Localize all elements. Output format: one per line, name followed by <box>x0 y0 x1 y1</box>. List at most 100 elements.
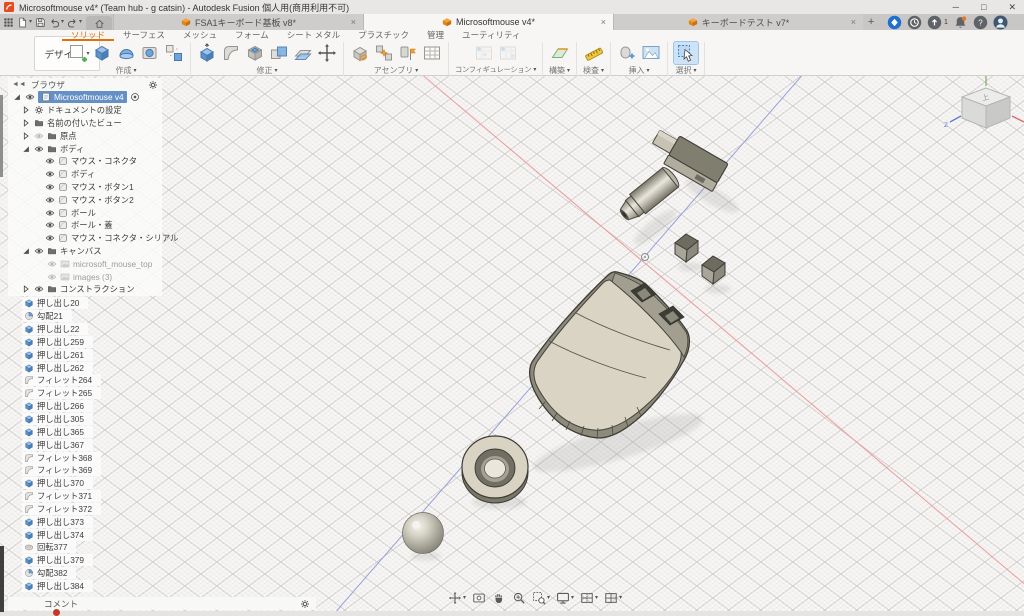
tool-fillet-button[interactable] <box>221 43 241 63</box>
feature-list-scrollbar[interactable] <box>0 546 4 612</box>
eye-icon[interactable] <box>25 92 35 102</box>
feature-extrude[interactable]: 押し出し367 <box>22 439 93 451</box>
tool-move-button[interactable] <box>317 43 337 63</box>
nav-viewports-button[interactable]: ▾ <box>604 591 622 605</box>
tool-create-sketch-button[interactable] <box>68 43 88 63</box>
ribbon-group-label[interactable]: 構築▾ <box>549 65 570 76</box>
tab-close-icon[interactable]: × <box>351 17 356 27</box>
browser-row-12[interactable]: マウス・コネクタ・シリアル <box>8 232 162 245</box>
browser-row-13[interactable]: キャンバス <box>8 245 162 258</box>
eye-icon[interactable] <box>45 208 55 218</box>
job-status-icon[interactable] <box>907 15 922 30</box>
feature-extrude[interactable]: 押し出し384 <box>22 580 93 592</box>
tool-offset-face-button[interactable] <box>293 43 313 63</box>
nav-fit-button[interactable]: ▾ <box>532 591 550 605</box>
ribbon-tab-ユーティリティ[interactable]: ユーティリティ <box>453 30 529 41</box>
part-mouse-button2[interactable] <box>702 256 725 284</box>
feature-extrude[interactable]: 押し出し20 <box>22 297 88 309</box>
tool-decal-button[interactable] <box>617 43 637 63</box>
job-queue-icon[interactable] <box>927 15 942 30</box>
feature-revolve[interactable]: 回転377 <box>22 541 76 553</box>
selected-root-item[interactable]: Microsoftmouse v4 <box>38 91 127 103</box>
tool-canvas-button[interactable] <box>641 43 661 63</box>
tool-joint-button[interactable] <box>374 43 394 63</box>
tri-closed-icon[interactable] <box>21 131 31 141</box>
browser-row-10[interactable]: ボール <box>8 206 162 219</box>
browser-row-15[interactable]: images (3) <box>8 270 162 283</box>
part-mouse-body[interactable] <box>530 272 690 438</box>
feature-extrude[interactable]: 押し出し262 <box>22 362 93 374</box>
eye-icon[interactable] <box>34 144 44 154</box>
eye-dim-icon[interactable] <box>47 272 57 282</box>
view-cube[interactable]: Z 上 <box>944 76 1024 129</box>
minimize-button[interactable]: ─ <box>953 2 959 12</box>
tool-select-button[interactable] <box>674 42 698 64</box>
feature-draft[interactable]: 勾配382 <box>22 567 76 579</box>
tool-config-insert-button[interactable] <box>498 43 518 63</box>
save-button[interactable] <box>35 17 46 28</box>
feature-fillet[interactable]: フィレット368 <box>22 452 101 464</box>
browser-scrollbar[interactable] <box>0 95 3 177</box>
part-ball[interactable] <box>403 513 444 554</box>
tool-press-pull-button[interactable] <box>197 43 217 63</box>
part-mouse-button1[interactable] <box>675 234 698 262</box>
browser-row-6[interactable]: マウス・コネクタ <box>8 155 162 168</box>
feature-extrude[interactable]: 押し出し261 <box>22 349 93 361</box>
ribbon-group-label[interactable]: コンフィギュレーション▾ <box>455 65 536 75</box>
tri-open-icon[interactable] <box>12 92 22 102</box>
eye-icon[interactable] <box>45 156 55 166</box>
ribbon-tab-メッシュ[interactable]: メッシュ <box>174 30 226 41</box>
ribbon-group-label[interactable]: 修正▾ <box>256 65 277 76</box>
eye-icon[interactable] <box>34 246 44 256</box>
eye-icon[interactable] <box>45 169 55 179</box>
nav-zoom-button[interactable] <box>512 591 526 605</box>
tool-as-built-joint-button[interactable] <box>398 43 418 63</box>
ribbon-group-label[interactable]: 挿入▾ <box>629 65 650 76</box>
feature-extrude[interactable]: 押し出し373 <box>22 516 93 528</box>
tri-closed-icon[interactable] <box>21 105 31 115</box>
nav-orbit-button[interactable]: ▾ <box>448 591 466 605</box>
dropdown-caret-icon[interactable]: ▾ <box>619 595 622 601</box>
ribbon-group-label[interactable]: 選択▾ <box>676 65 697 76</box>
eye-icon[interactable] <box>34 284 44 294</box>
tab-close-icon[interactable]: × <box>851 17 856 27</box>
tool-include-3d-button[interactable] <box>164 43 184 63</box>
tool-revolve-button[interactable] <box>116 43 136 63</box>
feature-fillet[interactable]: フィレット371 <box>22 490 101 502</box>
extensions-icon[interactable] <box>887 15 902 30</box>
app-launcher-button[interactable] <box>3 17 14 28</box>
comments-settings-gear-icon[interactable] <box>300 599 310 609</box>
eye-icon[interactable] <box>45 195 55 205</box>
browser-row-5[interactable]: ボディ <box>8 142 162 155</box>
eye-icon[interactable] <box>45 220 55 230</box>
feature-extrude[interactable]: 押し出し370 <box>22 477 93 489</box>
timeline-marker[interactable] <box>53 609 60 616</box>
eye-dim-icon[interactable] <box>34 131 44 141</box>
feature-extrude[interactable]: 押し出し374 <box>22 529 93 541</box>
feature-extrude[interactable]: 押し出し379 <box>22 554 93 566</box>
tool-construct-plane-button[interactable] <box>550 43 570 63</box>
dropdown-caret-icon[interactable]: ▾ <box>463 595 466 601</box>
document-tab-3[interactable]: キーボードテスト v7*× <box>613 14 863 30</box>
tool-combine-button[interactable] <box>269 43 289 63</box>
nav-grid-settings-button[interactable]: ▾ <box>580 591 598 605</box>
feature-extrude[interactable]: 押し出し305 <box>22 413 93 425</box>
nav-look-at-button[interactable] <box>472 591 486 605</box>
tool-measure-button[interactable] <box>584 43 604 63</box>
dropdown-caret-icon[interactable]: ▾ <box>571 595 574 601</box>
file-menu-button[interactable]: ▾ <box>17 17 32 28</box>
tool-extrude-button[interactable] <box>92 43 112 63</box>
eye-icon[interactable] <box>45 233 55 243</box>
undo-button[interactable]: ▾ <box>49 17 64 28</box>
eye-dim-icon[interactable] <box>47 259 57 269</box>
close-button[interactable]: ✕ <box>1008 2 1016 13</box>
profile-avatar[interactable] <box>993 15 1008 30</box>
feature-fillet[interactable]: フィレット264 <box>22 374 101 386</box>
tool-primitive-button[interactable] <box>140 43 160 63</box>
ribbon-tab-サーフェス[interactable]: サーフェス <box>114 30 174 41</box>
feature-draft[interactable]: 勾配21 <box>22 310 72 322</box>
dropdown-caret-icon[interactable]: ▾ <box>547 595 550 601</box>
feature-extrude[interactable]: 押し出し365 <box>22 426 93 438</box>
tool-shell-button[interactable] <box>245 43 265 63</box>
redo-button[interactable]: ▾ <box>67 17 82 28</box>
